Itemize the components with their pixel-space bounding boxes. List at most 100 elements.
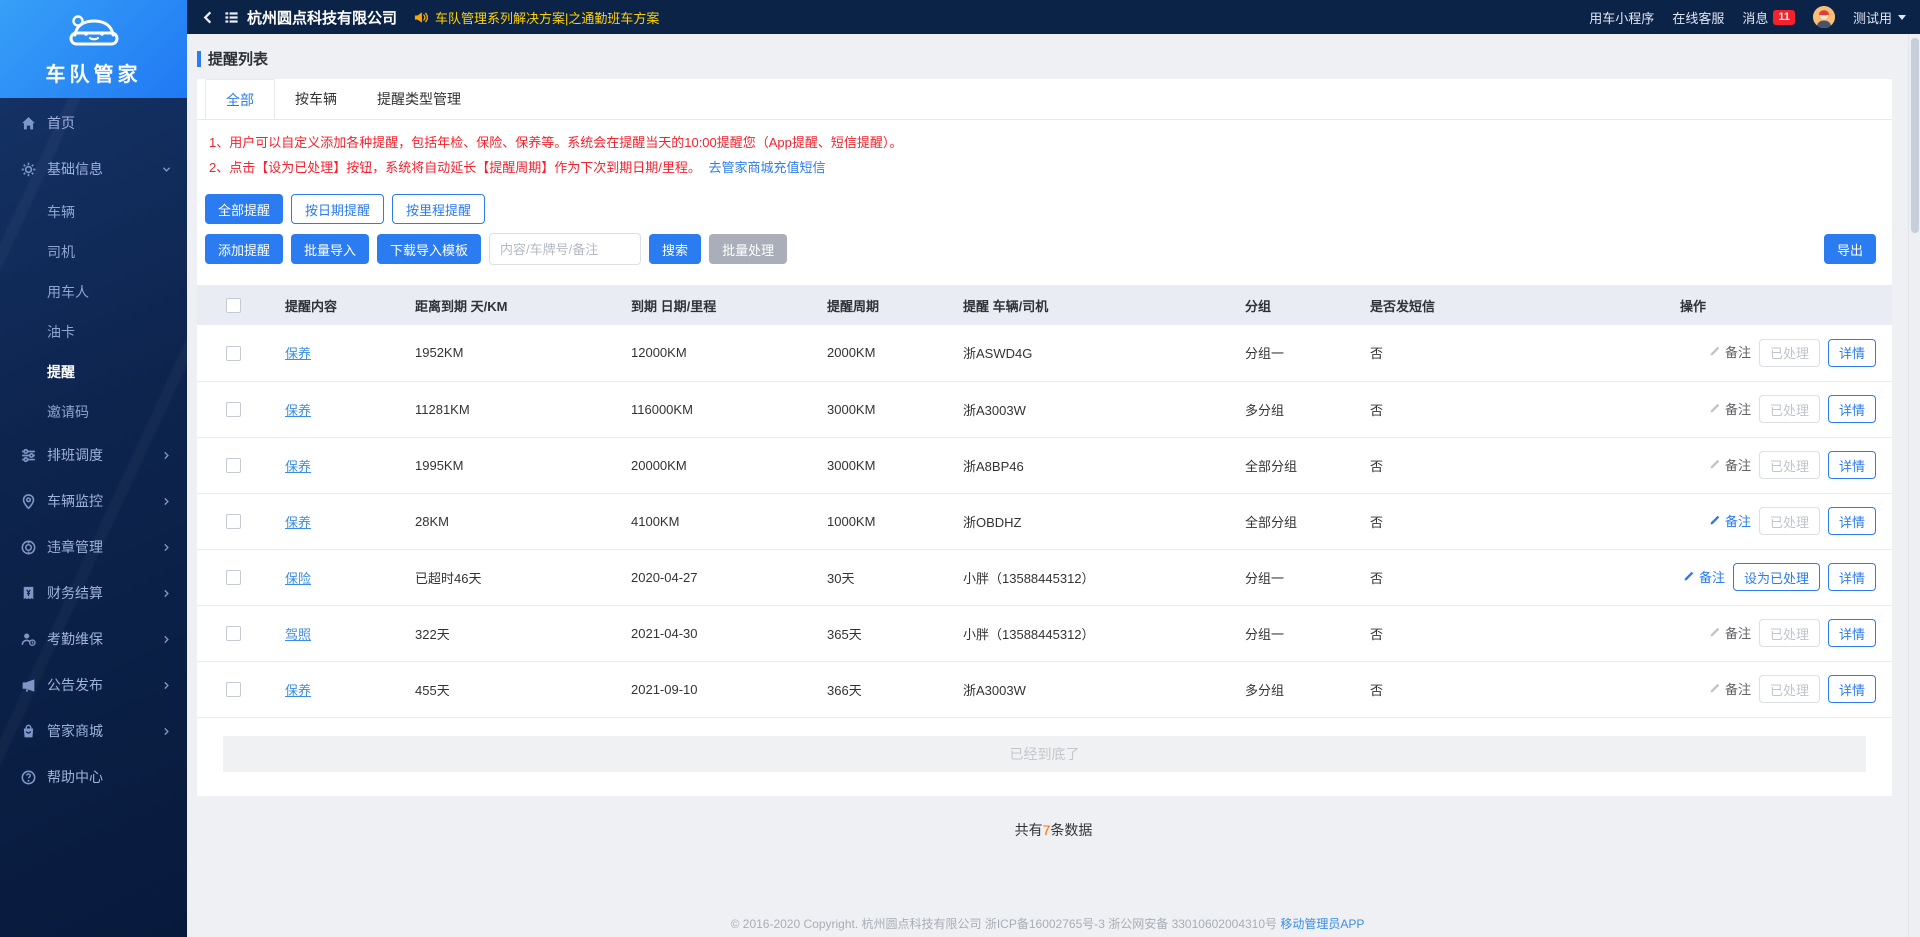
- note-label: 备注: [1724, 625, 1751, 641]
- sidebar-item-drivers[interactable]: 司机: [0, 232, 187, 272]
- table-row: 保养 11281KM 116000KM 3000KM 浙A3003W 多分组 否 备注 已处理详…: [197, 381, 1892, 437]
- note-link[interactable]: 备注: [1682, 567, 1725, 586]
- search-button[interactable]: 搜索: [649, 234, 702, 264]
- sidebar-item-vehicles[interactable]: 车辆: [0, 192, 187, 232]
- row-checkbox[interactable]: [225, 458, 241, 474]
- row-checkbox-cell: [197, 605, 269, 661]
- processed-button[interactable]: 已处理: [1758, 507, 1820, 535]
- announcement-text[interactable]: 车队管理系列解决方案|之通勤班车方案: [435, 8, 659, 27]
- detail-button[interactable]: 详情: [1827, 451, 1876, 479]
- detail-button[interactable]: 详情: [1827, 563, 1876, 591]
- sidebar-item-mall[interactable]: 管家商城: [0, 708, 187, 754]
- person-clock-icon: [20, 631, 37, 648]
- sidebar-group-basic-info[interactable]: 基础信息: [0, 146, 187, 192]
- sidebar-item-car-users[interactable]: 用车人: [0, 272, 187, 312]
- page-scrollbar[interactable]: [1908, 34, 1920, 937]
- sidebar-item-scheduling[interactable]: 排班调度: [0, 432, 187, 478]
- cell-sms: 否: [1370, 458, 1384, 474]
- note-link[interactable]: 备注: [1708, 623, 1751, 642]
- mobile-admin-app-link[interactable]: 移动管理员APP: [1280, 917, 1364, 931]
- reminder-content-link[interactable]: 保险: [285, 571, 311, 586]
- note-link[interactable]: 备注: [1708, 679, 1751, 698]
- detail-button[interactable]: 详情: [1827, 507, 1876, 535]
- reminder-content-link[interactable]: 保养: [285, 346, 311, 361]
- row-checkbox[interactable]: [225, 682, 241, 698]
- chevron-right-icon: [161, 542, 171, 552]
- cell-reminder-content: 保养: [269, 661, 399, 717]
- scrollbar-thumb[interactable]: [1911, 38, 1919, 233]
- sidebar-item-help-center[interactable]: 帮助中心: [0, 754, 187, 800]
- filter-by-mileage[interactable]: 按里程提醒: [392, 194, 486, 224]
- select-all-checkbox[interactable]: [225, 298, 241, 314]
- reminder-content-link[interactable]: 保养: [285, 683, 311, 698]
- recharge-sms-link[interactable]: 去管家商城充值短信: [708, 160, 825, 175]
- tab-reminder-type-management[interactable]: 提醒类型管理: [357, 79, 481, 119]
- messages-link[interactable]: 消息 11: [1742, 8, 1795, 27]
- sidebar-item-home[interactable]: 首页: [0, 100, 187, 146]
- mini-program-link[interactable]: 用车小程序: [1589, 8, 1654, 27]
- user-menu[interactable]: 测试用: [1853, 8, 1906, 27]
- chevron-right-icon: [161, 634, 171, 644]
- note-link[interactable]: 备注: [1708, 399, 1751, 418]
- row-checkbox[interactable]: [225, 514, 241, 530]
- note-link[interactable]: 备注: [1708, 455, 1751, 474]
- company-name[interactable]: 杭州圆点科技有限公司: [247, 7, 397, 28]
- processed-button[interactable]: 已处理: [1758, 619, 1820, 647]
- cell-operations: 备注 已处理 详情: [1494, 661, 1892, 717]
- export-button[interactable]: 导出: [1823, 234, 1876, 264]
- filter-by-date[interactable]: 按日期提醒: [291, 194, 385, 224]
- username: 测试用: [1852, 10, 1892, 26]
- reminder-card: 全部 按车辆 提醒类型管理 1、用户可以自定义添加各种提醒，包括年检、保险、保养…: [197, 79, 1892, 796]
- sidebar-item-fuel-cards[interactable]: 油卡: [0, 312, 187, 352]
- sidebar-item-label: 排班调度: [47, 447, 103, 463]
- cell-distance: 11281KM: [415, 401, 470, 417]
- cell-cycle: 366天: [827, 682, 862, 698]
- processed-button[interactable]: 已处理: [1758, 675, 1820, 703]
- note-link[interactable]: 备注: [1708, 511, 1751, 530]
- sidebar-item-violations[interactable]: 违章管理: [0, 524, 187, 570]
- filter-all-reminders[interactable]: 全部提醒: [205, 194, 284, 224]
- sidebar-item-finance[interactable]: 财务结算: [0, 570, 187, 616]
- batch-import-button[interactable]: 批量导入: [291, 234, 370, 264]
- cell-reminder-content: 保养: [269, 493, 399, 549]
- note-link[interactable]: 备注: [1708, 342, 1751, 361]
- tab-by-vehicle[interactable]: 按车辆: [275, 79, 357, 119]
- batch-process-button[interactable]: 批量处理: [709, 234, 788, 264]
- row-checkbox[interactable]: [225, 570, 241, 586]
- sidebar-item-invite-codes[interactable]: 邀请码: [0, 392, 187, 432]
- detail-button[interactable]: 详情: [1827, 395, 1876, 423]
- reminder-content-link[interactable]: 保养: [285, 459, 311, 474]
- sidebar-item-vehicle-monitoring[interactable]: 车辆监控: [0, 478, 187, 524]
- sidebar-item-label: 公告发布: [47, 677, 103, 693]
- cell-distance: 322天: [415, 626, 450, 642]
- processed-button[interactable]: 已处理: [1758, 451, 1820, 479]
- processed-button[interactable]: 已处理: [1758, 395, 1820, 423]
- reminder-content-link[interactable]: 保养: [285, 515, 311, 530]
- detail-button[interactable]: 详情: [1827, 338, 1876, 367]
- page-footer: © 2016-2020 Copyright. 杭州圆点科技有限公司 浙ICP备1…: [187, 915, 1908, 932]
- sidebar-item-attendance-maintenance[interactable]: 考勤维保: [0, 616, 187, 662]
- row-checkbox[interactable]: [225, 402, 241, 418]
- row-checkbox[interactable]: [225, 626, 241, 642]
- note-label: 备注: [1724, 457, 1751, 473]
- row-checkbox[interactable]: [225, 345, 241, 361]
- reminder-content-link[interactable]: 保养: [285, 403, 311, 418]
- processed-button[interactable]: 已处理: [1758, 338, 1820, 367]
- add-reminder-button[interactable]: 添加提醒: [205, 234, 284, 264]
- set-processed-button[interactable]: 设为已处理: [1732, 563, 1820, 591]
- sidebar-item-reminders[interactable]: 提醒: [0, 352, 187, 392]
- reminder-content-link[interactable]: 驾照: [285, 627, 311, 642]
- download-template-button[interactable]: 下载导入模板: [377, 234, 482, 264]
- sidebar-item-announcements[interactable]: 公告发布: [0, 662, 187, 708]
- detail-button[interactable]: 详情: [1827, 675, 1876, 703]
- collapse-back-icon[interactable]: [201, 10, 216, 25]
- search-input[interactable]: [489, 233, 642, 265]
- user-avatar[interactable]: [1812, 6, 1835, 28]
- cell-due: 2021-04-30: [631, 625, 698, 641]
- org-list-icon[interactable]: [224, 10, 239, 25]
- tab-all[interactable]: 全部: [205, 79, 275, 119]
- online-service-link[interactable]: 在线客服: [1672, 8, 1724, 27]
- cell-reminder-content: 保养: [269, 437, 399, 493]
- detail-button[interactable]: 详情: [1827, 619, 1876, 647]
- record-count: 共有7条数据: [187, 820, 1920, 840]
